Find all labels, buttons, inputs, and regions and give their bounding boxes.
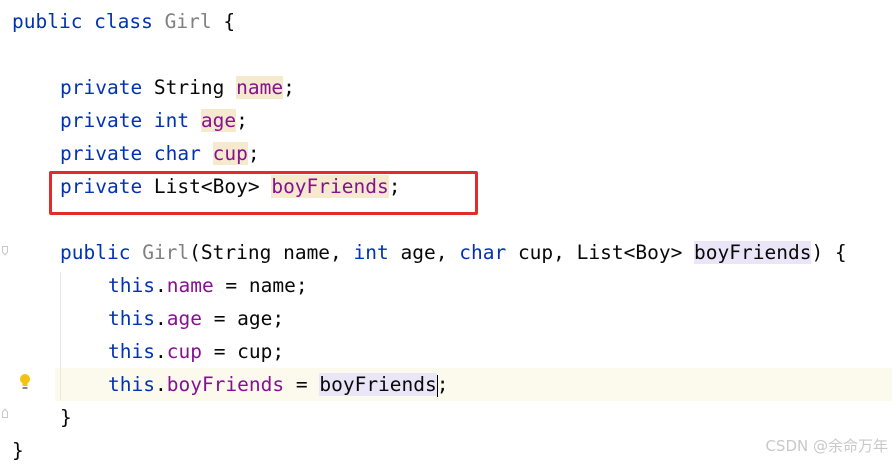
parameter-name: boyFriends bbox=[694, 241, 812, 264]
code-line-field-cup[interactable]: private char cup; bbox=[60, 137, 260, 170]
field-name: name bbox=[236, 76, 284, 99]
parameter-reference: boyFriends bbox=[319, 373, 437, 396]
code-line-assign-age[interactable]: this.age = age; bbox=[108, 302, 284, 335]
code-line-class-close[interactable]: } bbox=[12, 434, 24, 467]
code-punctuation: { bbox=[211, 10, 236, 33]
keyword: this bbox=[108, 274, 155, 297]
keyword: this bbox=[108, 373, 155, 396]
code-punctuation: . bbox=[154, 373, 167, 396]
code-params: (String name, bbox=[189, 241, 354, 264]
field-name: cup bbox=[212, 142, 248, 165]
annotation-highlight-box bbox=[49, 171, 478, 215]
closing-brace: } bbox=[60, 406, 72, 429]
type-name: String bbox=[142, 76, 237, 99]
closing-brace: } bbox=[12, 439, 24, 462]
class-name: Girl bbox=[164, 10, 212, 33]
code-expression: = name; bbox=[213, 274, 308, 297]
field-name: age bbox=[200, 109, 237, 132]
code-punctuation: . bbox=[154, 274, 167, 297]
fold-marker-icon[interactable] bbox=[2, 246, 8, 256]
code-punctuation: ) { bbox=[811, 241, 847, 264]
code-params: cup, List<Boy> bbox=[506, 241, 695, 264]
code-line-constructor-close[interactable]: } bbox=[60, 401, 72, 434]
watermark: CSDN @余命万年 bbox=[765, 437, 888, 455]
keyword: int bbox=[353, 241, 389, 264]
keyword: private int bbox=[60, 109, 190, 132]
code-punctuation: ; bbox=[236, 109, 248, 132]
keyword: this bbox=[108, 307, 155, 330]
lightbulb-icon[interactable] bbox=[17, 372, 33, 394]
code-punctuation: . bbox=[154, 340, 167, 363]
field-reference: age bbox=[166, 307, 202, 330]
code-line-constructor[interactable]: public Girl(String name, int age, char c… bbox=[60, 236, 847, 269]
code-params: age, bbox=[388, 241, 460, 264]
keyword: private bbox=[60, 76, 143, 99]
indent-guide bbox=[60, 272, 61, 400]
code-expression: = cup; bbox=[201, 340, 285, 363]
field-reference: cup bbox=[166, 340, 202, 363]
code-punctuation: . bbox=[154, 307, 167, 330]
code-punctuation: ; bbox=[283, 76, 295, 99]
code-operator: = bbox=[284, 373, 320, 396]
constructor-name: Girl bbox=[142, 241, 190, 264]
code-line-class-declaration[interactable]: public class Girl { bbox=[12, 5, 235, 38]
code-line-field-age[interactable]: private int age; bbox=[60, 104, 248, 137]
field-reference: boyFriends bbox=[166, 373, 285, 396]
field-reference: name bbox=[166, 274, 214, 297]
keyword: this bbox=[108, 340, 155, 363]
code-punctuation: ; bbox=[436, 373, 449, 396]
keyword: char bbox=[459, 241, 507, 264]
keyword: public class bbox=[12, 10, 153, 33]
keyword: private char bbox=[60, 142, 201, 165]
code-line-assign-boyfriends[interactable]: this.boyFriends = boyFriends; bbox=[108, 368, 449, 401]
fold-marker-icon[interactable] bbox=[2, 408, 8, 418]
code-line-assign-name[interactable]: this.name = name; bbox=[108, 269, 308, 302]
code-line-assign-cup[interactable]: this.cup = cup; bbox=[108, 335, 284, 368]
code-punctuation: ; bbox=[247, 142, 260, 165]
code-expression: = age; bbox=[201, 307, 285, 330]
keyword: public bbox=[60, 241, 131, 264]
code-line-field-name[interactable]: private String name; bbox=[60, 71, 295, 104]
